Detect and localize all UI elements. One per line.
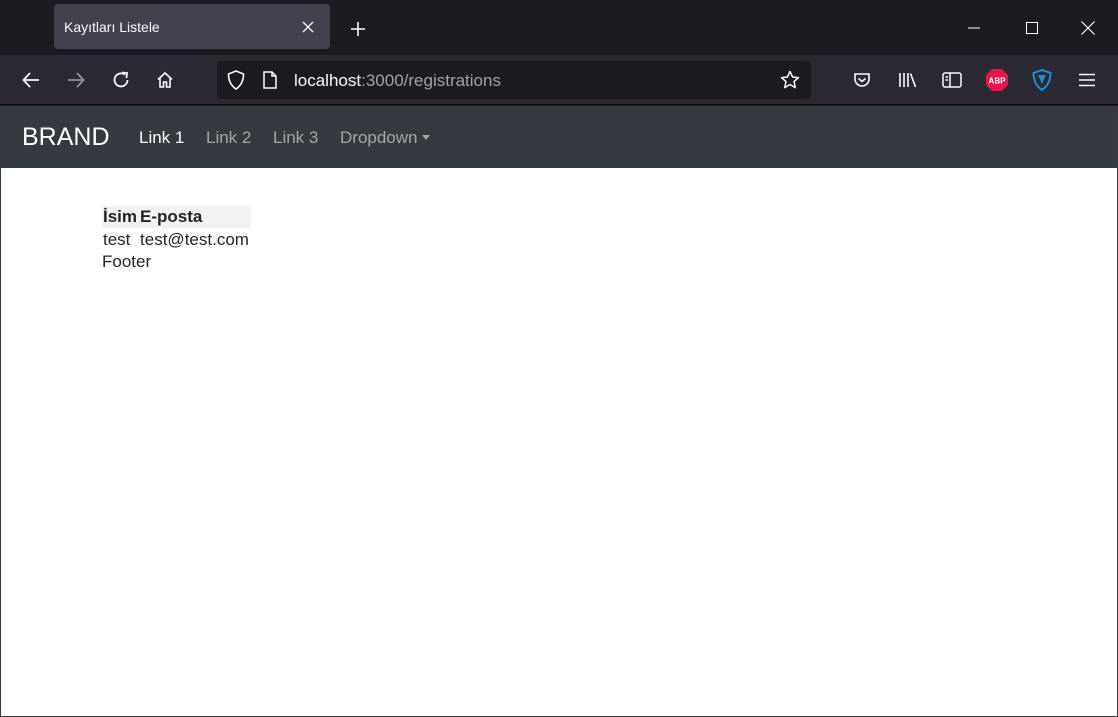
home-icon[interactable] (149, 64, 181, 96)
nav-toolbar: localhost:3000/registrations ABP (0, 55, 1118, 105)
url-path: :3000/registrations (361, 71, 501, 90)
column-header-email: E-posta (140, 207, 203, 226)
adblock-plus-icon[interactable]: ABP (981, 64, 1013, 96)
pocket-icon[interactable] (846, 64, 878, 96)
cell-name: test (103, 229, 131, 249)
bookmark-star-icon[interactable] (780, 70, 800, 95)
navbar-brand[interactable]: BRAND (22, 123, 110, 152)
cell-email: test@test.com (140, 229, 249, 249)
url-host: localhost (294, 71, 362, 90)
address-bar[interactable]: localhost:3000/registrations (217, 61, 811, 99)
nav-link-3[interactable]: Link 3 (273, 128, 318, 148)
nav-link-2[interactable]: Link 2 (206, 128, 251, 148)
page-info-icon[interactable] (263, 71, 277, 94)
tab-strip: Kayıtları Listele (0, 0, 1118, 55)
caret-down-icon (421, 135, 430, 140)
tab-title: Kayıtları Listele (64, 18, 160, 35)
minimize-icon[interactable] (958, 12, 990, 44)
close-window-icon[interactable] (1072, 12, 1104, 44)
sidebar-icon[interactable] (936, 64, 968, 96)
registrations-table: İsim E-posta test test@test.com (102, 206, 251, 251)
table-row: test test@test.com (102, 228, 251, 251)
column-header-name: İsim (103, 207, 138, 226)
library-icon[interactable] (892, 64, 924, 96)
close-tab-icon[interactable] (296, 15, 320, 39)
new-tab-icon[interactable] (344, 15, 372, 43)
table-header-row: İsim E-posta (102, 206, 251, 228)
nav-link-1[interactable]: Link 1 (139, 128, 184, 148)
menu-icon[interactable] (1071, 64, 1103, 96)
tab-registrations[interactable]: Kayıtları Listele (54, 4, 330, 49)
page-viewport: BRAND Link 1 Link 2 Link 3 Dropdown İsim… (0, 106, 1118, 717)
site-navbar: BRAND Link 1 Link 2 Link 3 Dropdown (1, 106, 1117, 168)
back-arrow-icon[interactable] (15, 64, 47, 96)
nav-dropdown[interactable]: Dropdown (340, 128, 430, 148)
url-text[interactable]: localhost:3000/registrations (294, 71, 501, 91)
tracking-shield-icon[interactable] (227, 70, 245, 95)
nav-dropdown-label: Dropdown (340, 128, 418, 147)
svg-text:ABP: ABP (989, 77, 1007, 86)
maximize-icon[interactable] (1016, 12, 1048, 44)
reload-icon[interactable] (105, 64, 137, 96)
page-footer: Footer (102, 252, 152, 271)
forward-arrow-icon[interactable] (60, 64, 92, 96)
vpn-shield-icon[interactable] (1026, 64, 1058, 96)
main-content: İsim E-posta test test@test.com Footer (102, 206, 251, 272)
